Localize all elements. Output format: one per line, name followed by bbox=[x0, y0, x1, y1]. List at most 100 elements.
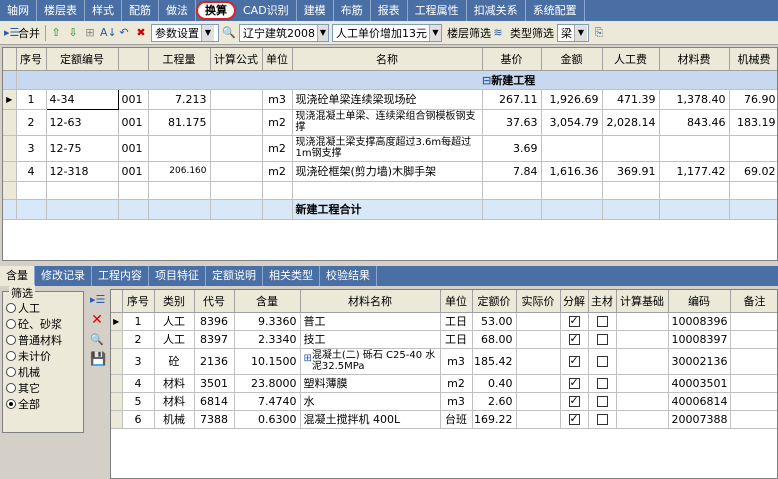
bottom-tab[interactable]: 修改记录 bbox=[35, 266, 92, 286]
radio-icon[interactable] bbox=[6, 319, 16, 329]
bottom-tab[interactable]: 项目特征 bbox=[149, 266, 206, 286]
cell-note[interactable] bbox=[730, 374, 777, 393]
cell-name[interactable]: ⊞ 混凝土(二) 砾石 C25-40 水泥32.5MPa bbox=[300, 348, 441, 375]
cell-code[interactable]: 12-63 bbox=[46, 109, 119, 136]
cell-machine[interactable]: 76.90 bbox=[729, 89, 777, 110]
col-header[interactable]: 单位 bbox=[262, 48, 293, 71]
price-combo[interactable]: 人工单价增加13元 ▼ bbox=[332, 23, 442, 42]
cell-seq[interactable]: 4 bbox=[122, 374, 155, 393]
close-icon[interactable]: ✕ bbox=[90, 313, 104, 327]
cell-amount[interactable]: 1,616.36 bbox=[541, 161, 603, 182]
cell-qty[interactable]: 206.160 bbox=[148, 161, 211, 182]
cell-sub[interactable]: 001 bbox=[118, 89, 149, 110]
floor-filter-button[interactable]: 楼层筛选 ≋ bbox=[445, 24, 507, 42]
col-header[interactable]: 定额编号 bbox=[46, 48, 119, 71]
material-row[interactable]: 4材料350123.8000塑料薄膜m20.40 40003501 bbox=[111, 374, 777, 393]
cell-split[interactable] bbox=[560, 374, 589, 393]
filter-option[interactable]: 机械 bbox=[6, 364, 80, 380]
checkbox-icon[interactable] bbox=[596, 356, 608, 367]
save-icon[interactable]: 💾 bbox=[90, 353, 106, 367]
cell-note[interactable] bbox=[730, 312, 777, 331]
cell-seq[interactable]: 3 bbox=[16, 135, 47, 162]
material-row[interactable]: 6机械73880.6300混凝土搅拌机 400L台班169.22 20007388 bbox=[111, 410, 777, 429]
col-header[interactable]: 基价 bbox=[482, 48, 542, 71]
cell-content[interactable]: 0.6300 bbox=[234, 410, 301, 429]
cell-amount[interactable]: 3,054.79 bbox=[541, 109, 603, 136]
merge-button[interactable]: ▸☰ 合并 bbox=[2, 24, 42, 42]
col-header[interactable]: 材料费 bbox=[659, 48, 730, 71]
cell-unit[interactable]: m2 bbox=[262, 109, 293, 136]
cell-note[interactable] bbox=[730, 348, 777, 375]
checkbox-icon[interactable] bbox=[568, 354, 580, 367]
col-header[interactable]: 单位 bbox=[440, 290, 473, 313]
top-tab[interactable]: 系统配置 bbox=[526, 0, 585, 21]
cell-machine[interactable]: 69.02 bbox=[729, 161, 777, 182]
bottom-tab[interactable]: 校验结果 bbox=[320, 266, 377, 286]
cell-cat[interactable]: 材料 bbox=[154, 392, 195, 411]
bottom-tab[interactable]: 定额说明 bbox=[206, 266, 263, 286]
cell-basis[interactable] bbox=[616, 348, 669, 375]
col-header[interactable]: 定额价 bbox=[472, 290, 517, 313]
cell-main[interactable] bbox=[588, 312, 617, 331]
radio-icon[interactable] bbox=[6, 335, 16, 345]
cell-basis[interactable] bbox=[616, 392, 669, 411]
radio-icon[interactable] bbox=[6, 351, 16, 361]
col-header[interactable]: 备注 bbox=[730, 290, 777, 313]
cell-unit[interactable]: m3 bbox=[440, 392, 473, 411]
cell-seq[interactable]: 1 bbox=[16, 89, 47, 110]
cell-actual[interactable] bbox=[516, 410, 561, 429]
cell-cat[interactable]: 人工 bbox=[154, 312, 195, 331]
quota-row[interactable]: 4 12-318 001 206.160 m2 现浇砼框架(剪力墙)木脚手架 7.84 1,6… bbox=[3, 161, 777, 182]
cell-bm[interactable]: 10008397 bbox=[668, 330, 731, 349]
cell-qty[interactable]: 81.175 bbox=[148, 109, 211, 136]
expand-icon[interactable]: ⊞ bbox=[304, 353, 312, 364]
cell-price[interactable]: 68.00 bbox=[472, 330, 517, 349]
checkbox-icon[interactable] bbox=[568, 314, 580, 327]
col-header[interactable]: 人工费 bbox=[602, 48, 660, 71]
checkbox-icon[interactable] bbox=[568, 394, 580, 407]
cell-unit[interactable]: m2 bbox=[440, 374, 473, 393]
col-header[interactable]: 含量 bbox=[234, 290, 301, 313]
cell-unit[interactable]: m3 bbox=[440, 348, 473, 375]
cell-actual[interactable] bbox=[516, 348, 561, 375]
cell-note[interactable] bbox=[730, 330, 777, 349]
cell-seq[interactable]: 6 bbox=[122, 410, 155, 429]
col-header[interactable]: 计算公式 bbox=[210, 48, 263, 71]
cell-code[interactable]: 4-34 bbox=[45, 88, 119, 110]
cell-material[interactable] bbox=[659, 135, 730, 162]
cell-unit[interactable]: m2 bbox=[262, 135, 293, 162]
cell-material[interactable]: 1,177.42 bbox=[659, 161, 730, 182]
col-header[interactable]: 主材 bbox=[588, 290, 617, 313]
cell-price[interactable]: 2.60 bbox=[472, 392, 517, 411]
col-header[interactable] bbox=[118, 48, 149, 71]
cell-price[interactable]: 0.40 bbox=[472, 374, 517, 393]
binoculars-icon[interactable]: 🔍 bbox=[90, 333, 104, 347]
checkbox-icon[interactable] bbox=[596, 316, 608, 327]
material-row[interactable]: 5材料68147.4740水m32.60 40006814 bbox=[111, 392, 777, 411]
cell-seq[interactable]: 2 bbox=[122, 330, 155, 349]
cell-seq[interactable]: 1 bbox=[122, 312, 155, 331]
cell-machine[interactable] bbox=[729, 135, 777, 162]
cell-basis[interactable] bbox=[616, 374, 669, 393]
cell-code[interactable]: 3501 bbox=[194, 374, 235, 393]
top-tab[interactable]: 做法 bbox=[159, 0, 196, 21]
bottom-tab[interactable]: 相关类型 bbox=[263, 266, 320, 286]
checkbox-icon[interactable] bbox=[596, 396, 608, 407]
cell-cat[interactable]: 人工 bbox=[154, 330, 195, 349]
cell-sub[interactable]: 001 bbox=[118, 135, 149, 162]
cell-amount[interactable]: 1,926.69 bbox=[541, 89, 603, 110]
cell-formula[interactable] bbox=[210, 109, 263, 136]
cell-seq[interactable]: 4 bbox=[16, 161, 47, 182]
col-header[interactable]: 工程量 bbox=[148, 48, 211, 71]
collapse-icon[interactable]: ⊟ bbox=[482, 74, 491, 87]
radio-icon[interactable] bbox=[6, 367, 16, 377]
cell-name[interactable]: 普工 bbox=[300, 312, 441, 331]
cell-unit[interactable]: m2 bbox=[262, 161, 293, 182]
top-tab[interactable]: 配筋 bbox=[122, 0, 159, 21]
cell-bm[interactable]: 30002136 bbox=[668, 348, 731, 375]
quota-row[interactable]: ▶ 1 4-34 001 7.213 m3 现浇砼单梁连续梁现场砼 267.11 1,926.6… bbox=[3, 88, 777, 110]
col-header[interactable]: 实际价 bbox=[516, 290, 561, 313]
cell-code[interactable]: 7388 bbox=[194, 410, 235, 429]
cell-content[interactable]: 7.4740 bbox=[234, 392, 301, 411]
cell-labor[interactable] bbox=[602, 135, 660, 162]
